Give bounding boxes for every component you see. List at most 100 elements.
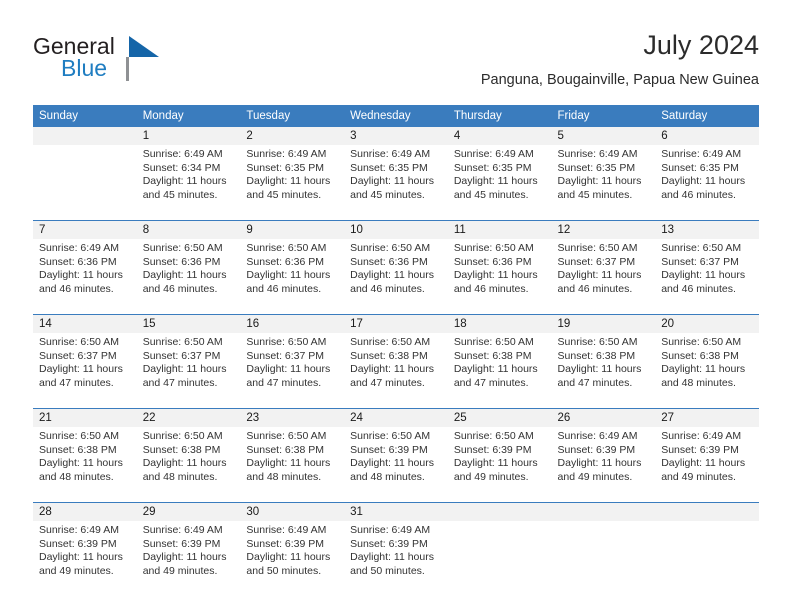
day-detail-line: Daylight: 11 hours [142,363,227,376]
day-number-29[interactable]: 29 [136,502,241,521]
day-detail-line: and 47 minutes. [453,376,529,389]
day-detail-line: Sunset: 6:38 PM [453,349,532,362]
day-details-17: Sunrise: 6:50 AM Sunset: 6:38 PM Daylight:… [344,333,448,409]
day-number-5[interactable]: 5 [551,127,656,145]
day-detail-line: Sunrise: 6:50 AM [246,430,327,442]
day-detail-line: Sunset: 6:38 PM [142,443,221,456]
day-number-22[interactable]: 22 [136,408,241,427]
day-number-6[interactable]: 6 [655,127,759,145]
day-details-31: Sunrise: 6:49 AM Sunset: 6:39 PM Daylight:… [344,521,448,596]
day-detail-line: Sunrise: 6:50 AM [246,336,327,348]
day-number-13[interactable]: 13 [655,220,759,239]
day-details-15: Sunrise: 6:50 AM Sunset: 6:37 PM Daylight:… [136,333,241,409]
day-detail-line: Sunrise: 6:50 AM [142,430,223,442]
day-number-28[interactable]: 28 [33,502,137,521]
day-number-14[interactable]: 14 [33,314,137,333]
day-detail-line: Sunset: 6:39 PM [246,537,325,550]
day-number-30[interactable]: 30 [240,502,345,521]
day-details-empty [551,521,656,596]
day-number-15[interactable]: 15 [136,314,241,333]
day-detail-line: Daylight: 11 hours [39,363,123,376]
day-number-17[interactable]: 17 [344,314,448,333]
day-number-20[interactable]: 20 [655,314,759,333]
day-number-3[interactable]: 3 [344,127,448,145]
day-details-26: Sunrise: 6:49 AM Sunset: 6:39 PM Daylight:… [551,427,656,503]
day-detail-line: Sunset: 6:36 PM [453,255,532,268]
day-detail-line: Daylight: 11 hours [661,363,746,376]
day-detail-line: Daylight: 11 hours [350,175,434,188]
day-detail-line: Daylight: 11 hours [39,551,123,564]
day-details-10: Sunrise: 6:50 AM Sunset: 6:36 PM Daylight:… [344,239,448,315]
calendar-week-daynumbers: 21 22 23 24 25 26 27 [33,408,759,427]
day-details-12: Sunrise: 6:50 AM Sunset: 6:37 PM Daylight:… [551,239,656,315]
day-number-9[interactable]: 9 [240,220,345,239]
day-detail-line: and 49 minutes. [557,470,633,483]
day-detail-line: Sunrise: 6:50 AM [39,336,119,348]
day-number-23[interactable]: 23 [240,408,345,427]
weekday-header-monday: Monday [136,105,241,127]
day-number-8[interactable]: 8 [136,220,241,239]
day-detail-line: Daylight: 11 hours [246,551,331,564]
calendar-body: 1 2 3 4 5 6 Sunrise: 6:49 AM Sunset: 6:34 PM Day… [33,127,759,596]
day-detail-line: Daylight: 11 hours [142,457,227,470]
day-detail-line: Daylight: 11 hours [246,175,331,188]
day-details-6: Sunrise: 6:49 AM Sunset: 6:35 PM Daylight:… [655,145,759,221]
day-details-2: Sunrise: 6:49 AM Sunset: 6:35 PM Daylight:… [240,145,345,221]
day-number-31[interactable]: 31 [344,502,448,521]
day-detail-line: Sunrise: 6:50 AM [350,336,431,348]
day-detail-line: Sunrise: 6:50 AM [246,242,327,254]
day-number-10[interactable]: 10 [344,220,448,239]
day-detail-line: Sunrise: 6:49 AM [39,242,119,254]
day-number-7[interactable]: 7 [33,220,137,239]
day-detail-line: Daylight: 11 hours [39,269,123,282]
day-detail-line: Daylight: 11 hours [39,457,123,470]
day-number-18[interactable]: 18 [447,314,552,333]
day-detail-line: and 45 minutes. [453,188,529,201]
day-detail-line: and 46 minutes. [39,282,114,295]
day-number-2[interactable]: 2 [240,127,345,145]
day-detail-line: Daylight: 11 hours [142,269,227,282]
weekday-header-saturday: Saturday [655,105,759,127]
day-number-empty [655,502,759,521]
day-number-16[interactable]: 16 [240,314,345,333]
day-number-24[interactable]: 24 [344,408,448,427]
day-number-11[interactable]: 11 [447,220,552,239]
day-detail-line: Sunrise: 6:50 AM [453,242,534,254]
day-number-27[interactable]: 27 [655,408,759,427]
day-detail-line: and 47 minutes. [142,376,218,389]
day-detail-line: Sunset: 6:37 PM [246,349,325,362]
day-detail-line: and 49 minutes. [661,470,736,483]
day-number-26[interactable]: 26 [551,408,656,427]
day-number-4[interactable]: 4 [447,127,552,145]
logo-text-blue: Blue [61,55,108,81]
day-detail-line: Sunset: 6:35 PM [661,161,739,174]
day-detail-line: Sunrise: 6:49 AM [246,524,327,536]
day-detail-line: Sunset: 6:35 PM [557,161,636,174]
day-detail-line: and 45 minutes. [246,188,322,201]
day-detail-line: Sunset: 6:37 PM [557,255,636,268]
day-details-21: Sunrise: 6:50 AM Sunset: 6:38 PM Daylight:… [33,427,137,503]
day-number-25[interactable]: 25 [447,408,552,427]
day-detail-line: Sunset: 6:39 PM [350,537,428,550]
day-detail-line: Sunrise: 6:49 AM [246,148,327,160]
day-detail-line: and 47 minutes. [39,376,114,389]
day-detail-line: and 48 minutes. [661,376,736,389]
day-details-24: Sunrise: 6:50 AM Sunset: 6:39 PM Daylight:… [344,427,448,503]
calendar-week-daynumbers: 7 8 9 10 11 12 13 [33,220,759,239]
day-details-4: Sunrise: 6:49 AM Sunset: 6:35 PM Daylight:… [447,145,552,221]
day-detail-line: and 47 minutes. [246,376,322,389]
day-detail-line: Daylight: 11 hours [453,457,538,470]
day-detail-line: and 47 minutes. [557,376,633,389]
day-detail-line: Sunset: 6:39 PM [453,443,532,456]
day-details-28: Sunrise: 6:49 AM Sunset: 6:39 PM Daylight:… [33,521,137,596]
day-number-1[interactable]: 1 [136,127,241,145]
general-blue-logo[interactable]: General Blue [33,33,233,89]
day-detail-line: Daylight: 11 hours [350,269,434,282]
logo-bar-icon [126,57,129,81]
day-detail-line: Sunrise: 6:49 AM [350,148,431,160]
day-number-12[interactable]: 12 [551,220,656,239]
day-detail-line: and 46 minutes. [661,282,736,295]
day-number-21[interactable]: 21 [33,408,137,427]
day-detail-line: Daylight: 11 hours [246,363,331,376]
day-number-19[interactable]: 19 [551,314,656,333]
